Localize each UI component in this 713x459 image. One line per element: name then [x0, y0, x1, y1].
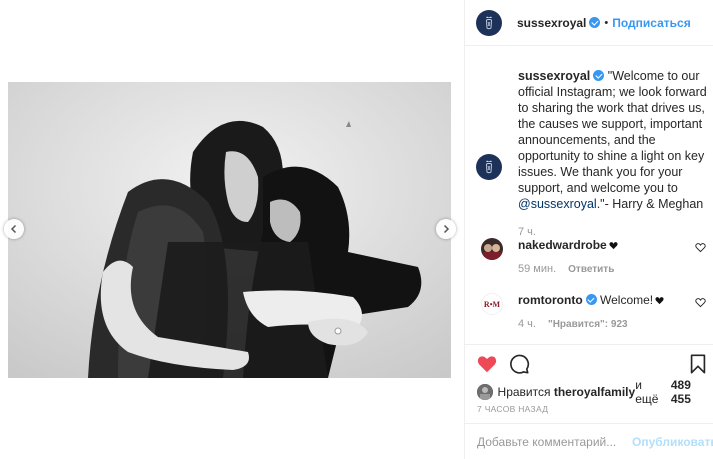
chevron-right-icon	[443, 224, 450, 234]
caption-username[interactable]: sussexroyal	[518, 69, 590, 83]
caption-avatar[interactable]	[476, 154, 502, 180]
royal-monogram-icon	[486, 160, 492, 174]
add-comment-section: Опубликовать	[465, 423, 713, 459]
carousel-next-button[interactable]	[436, 219, 456, 239]
comment-body: nakedwardrobe	[518, 238, 708, 253]
comment-username[interactable]: romtoronto	[518, 293, 583, 307]
comment-likes[interactable]: "Нравится": 923	[548, 319, 628, 330]
photo-image	[8, 82, 451, 378]
heart-emoji-icon	[609, 242, 618, 250]
media-pane	[0, 0, 464, 459]
heart-filled-icon[interactable]	[476, 353, 498, 375]
chevron-left-icon	[10, 224, 17, 234]
comment-time[interactable]: 4 ч.	[518, 318, 536, 330]
verified-badge-icon	[585, 294, 597, 305]
comment-item: nakedwardrobe 59 мин. Ответить	[476, 238, 708, 294]
heart-outline-icon[interactable]	[695, 297, 706, 308]
likes-prefix: Нравится	[497, 385, 551, 399]
comment-meta: 59 мин. Ответить	[518, 263, 708, 275]
verified-badge-icon	[593, 70, 605, 81]
heart-outline-icon[interactable]	[695, 242, 706, 253]
post-timestamp[interactable]: 7 часов назад	[477, 404, 548, 414]
publish-button[interactable]: Опубликовать	[632, 435, 713, 449]
comments-list: sussexroyal "Welcome to our official Ins…	[465, 46, 713, 344]
post-header: sussexroyal • Подписаться	[465, 0, 713, 46]
comment-body: romtoronto Welcome!	[518, 293, 708, 308]
separator-dot: •	[604, 16, 609, 29]
author-username[interactable]: sussexroyal	[517, 16, 586, 30]
commenter-photo	[481, 238, 503, 260]
commenter-avatar[interactable]: R•M	[481, 293, 503, 315]
comment-bubble-icon[interactable]	[508, 353, 530, 375]
royal-monogram-icon	[486, 16, 492, 29]
commenter-avatar[interactable]	[481, 238, 503, 260]
caption-text: sussexroyal "Welcome to our official Ins…	[518, 68, 708, 212]
follow-button[interactable]: Подписаться	[612, 16, 690, 30]
likes-user[interactable]: theroyalfamily	[554, 385, 635, 399]
liker-photo	[477, 384, 493, 400]
commenter-logo: R•M	[483, 299, 501, 309]
post-side-panel: sussexroyal • Подписаться sussexroyal "W…	[464, 0, 713, 459]
comment-text: Welcome!	[600, 293, 654, 307]
post-caption: sussexroyal "Welcome to our official Ins…	[476, 68, 708, 238]
comment-meta: 4 ч. "Нравится": 923	[518, 318, 708, 330]
bookmark-icon[interactable]	[687, 353, 709, 375]
caption-mention[interactable]: @sussexroyal	[518, 197, 597, 211]
reply-button[interactable]: Ответить	[568, 264, 614, 275]
post-photo[interactable]	[8, 82, 451, 378]
carousel-prev-button[interactable]	[4, 219, 24, 239]
likes-middle: и ещё	[635, 378, 659, 406]
caption-body: "Welcome to our official Instagram; we l…	[518, 69, 707, 195]
likes-summary: Нравится theroyalfamily и ещё 489 455	[477, 378, 713, 406]
likes-count[interactable]: 489 455	[671, 378, 713, 406]
comment-time[interactable]: 59 мин.	[518, 263, 556, 275]
comment-username[interactable]: nakedwardrobe	[518, 238, 607, 252]
caption-body-end: ."- Harry & Meghan	[596, 197, 704, 211]
action-bar	[465, 344, 713, 378]
verified-badge-icon	[589, 17, 601, 28]
author-avatar[interactable]	[476, 9, 502, 36]
liker-avatar[interactable]	[477, 384, 493, 400]
comment-input[interactable]	[477, 434, 632, 449]
heart-emoji-icon	[655, 297, 664, 305]
caption-time[interactable]: 7 ч.	[518, 226, 708, 238]
comment-item: R•M romtoronto Welcome! 4 ч. "Нравится": …	[476, 293, 708, 349]
